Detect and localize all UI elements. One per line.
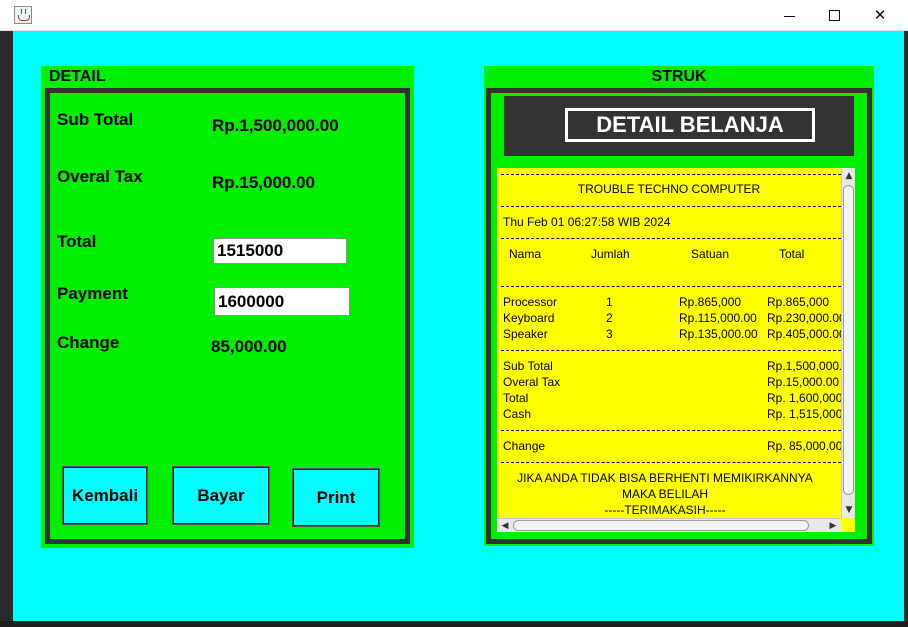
receipt-banner: DETAIL BELANJA — [504, 96, 854, 156]
summary-value: Rp. 1,515,000.00 — [767, 407, 841, 421]
scrollbar-corner — [841, 518, 855, 532]
minimize-button[interactable] — [766, 0, 812, 30]
desktop-background-bottom — [0, 621, 908, 627]
close-icon: ✕ — [873, 6, 887, 24]
detail-panel: DETAIL Sub Total Rp.1,500,000.00 Overal … — [41, 66, 414, 548]
total-field[interactable]: 1515000 — [213, 238, 347, 264]
summary-value: Rp.15,000.00 — [767, 375, 840, 389]
desktop-background-right — [904, 31, 908, 627]
item-jumlah: 3 — [606, 327, 613, 341]
receipt-datetime: Thu Feb 01 06:27:58 WIB 2024 — [503, 215, 671, 229]
tax-label: Overal Tax — [57, 167, 143, 186]
subtotal-label: Sub Total — [57, 110, 134, 129]
title-bar[interactable]: ✕ — [0, 0, 908, 31]
summary-value: Rp.1,500,000.00 — [767, 359, 841, 373]
print-button[interactable]: Print — [292, 468, 380, 527]
scroll-right-arrow-icon[interactable]: ▶ — [826, 519, 840, 532]
payment-field[interactable]: 1600000 — [214, 287, 350, 316]
horizontal-scroll-thumb[interactable] — [513, 520, 809, 531]
divider — [501, 286, 841, 287]
footer-line-2: MAKA BELILAH — [621, 487, 709, 501]
change-value: 85,000.00 — [211, 337, 287, 356]
item-nama: Speaker — [503, 327, 548, 341]
item-total: Rp.405,000.00 — [767, 327, 841, 341]
kembali-button[interactable]: Kembali — [62, 466, 148, 525]
java-app-icon — [14, 6, 32, 24]
summary-label: Sub Total — [503, 359, 553, 373]
app-window: ✕ DETAIL Sub Total Rp.1,500,000.00 Overa… — [0, 0, 908, 627]
summary-value: Rp. 1,600,000.00 — [767, 391, 841, 405]
item-nama: Keyboard — [503, 311, 555, 325]
summary-label: Total — [503, 391, 529, 405]
struk-panel: STRUK DETAIL BELANJA TROUBLE TECHNO COMP… — [484, 66, 874, 546]
change-label: Change — [57, 333, 120, 352]
footer-line-1: JIKA ANDA TIDAK BISA BERHENTI MEMIKIRKAN… — [517, 471, 813, 485]
divider — [501, 174, 841, 175]
item-jumlah: 2 — [606, 311, 613, 325]
divider — [501, 238, 841, 239]
maximize-button[interactable] — [811, 0, 857, 30]
header-total: Total — [779, 247, 805, 261]
item-satuan: Rp.115,000.00 — [679, 311, 757, 325]
horizontal-scrollbar[interactable]: ◀ ▶ — [497, 518, 841, 532]
divider — [501, 350, 841, 351]
receipt-text-area[interactable]: TROUBLE TECHNO COMPUTER Thu Feb 01 06:27… — [497, 168, 841, 518]
item-jumlah: 1 — [606, 295, 613, 309]
header-jumlah: Jumlah — [591, 247, 630, 261]
item-nama: Processor — [503, 295, 558, 309]
bayar-button[interactable]: Bayar — [172, 466, 270, 525]
receipt-change-value: Rp. 85,000.00 — [767, 439, 841, 453]
tax-value: Rp.15,000.00 — [212, 173, 316, 192]
subtotal-value: Rp.1,500,000.00 — [212, 116, 339, 135]
footer-line-3: -----TERIMAKASIH----- — [604, 503, 726, 517]
store-name: TROUBLE TECHNO COMPUTER — [577, 182, 761, 196]
close-button[interactable]: ✕ — [857, 0, 903, 30]
item-satuan: Rp.865,000 — [679, 295, 742, 309]
item-total: Rp.230,000.00 — [767, 311, 841, 325]
banner-title: DETAIL BELANJA — [565, 108, 815, 142]
desktop-background-left — [0, 31, 13, 627]
struk-inner-panel: DETAIL BELANJA TROUBLE TECHNO COMPUTER T… — [486, 88, 872, 544]
total-label: Total — [57, 232, 97, 251]
scroll-down-arrow-icon[interactable]: ▼ — [842, 503, 855, 517]
vertical-scrollbar[interactable]: ▲ ▼ — [841, 168, 855, 518]
header-nama: Nama — [509, 247, 542, 261]
item-total: Rp.865,000 — [767, 295, 830, 309]
minimize-icon — [783, 15, 795, 17]
scroll-left-arrow-icon[interactable]: ◀ — [498, 519, 512, 532]
summary-label: Overal Tax — [503, 375, 561, 389]
struk-title: STRUK — [651, 68, 707, 85]
detail-title: DETAIL — [49, 68, 106, 85]
receipt-change-label: Change — [503, 439, 546, 453]
payment-label: Payment — [57, 284, 128, 303]
summary-label: Cash — [503, 407, 532, 421]
divider — [501, 462, 841, 463]
maximize-icon — [828, 9, 840, 21]
header-satuan: Satuan — [691, 247, 730, 261]
scroll-up-arrow-icon[interactable]: ▲ — [842, 169, 855, 183]
vertical-scroll-thumb[interactable] — [843, 185, 854, 495]
item-satuan: Rp.135,000.00 — [679, 327, 758, 341]
divider — [501, 206, 841, 207]
divider — [501, 430, 841, 431]
detail-inner-panel: Sub Total Rp.1,500,000.00 Overal Tax Rp.… — [45, 88, 410, 544]
receipt-scroll-pane[interactable]: TROUBLE TECHNO COMPUTER Thu Feb 01 06:27… — [497, 168, 855, 532]
